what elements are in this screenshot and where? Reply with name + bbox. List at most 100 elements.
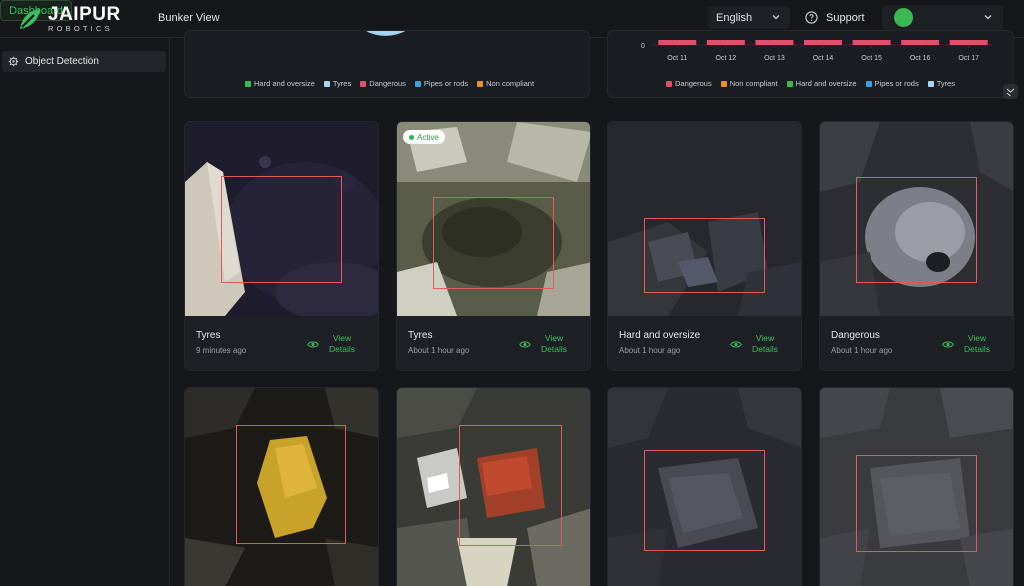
legend-swatch	[414, 80, 421, 87]
pie-chart-panel: Hard and oversize Tyres Dangerous Pipes …	[184, 30, 590, 98]
card-title: Hard and oversize	[619, 330, 701, 341]
eye-icon	[519, 341, 531, 347]
user-menu[interactable]	[882, 5, 1003, 30]
legend-item[interactable]: Dangerous	[360, 79, 406, 88]
detection-card[interactable]: Tyres 9 minutes ago View Details	[184, 121, 379, 371]
bar-legend: Dangerous Non compliant Hard and oversiz…	[666, 79, 955, 88]
legend-swatch	[720, 80, 727, 87]
legend-item[interactable]: Hard and oversize	[786, 79, 857, 88]
legend-item[interactable]: Non compliant	[720, 79, 778, 88]
detection-image[interactable]	[820, 388, 1013, 586]
expand-button[interactable]	[1003, 84, 1018, 99]
legend-label: Hard and oversize	[254, 79, 315, 88]
view-details-label: View Details	[752, 333, 778, 354]
bounding-box	[644, 218, 765, 293]
nav-bunker-view[interactable]: Bunker View	[158, 12, 220, 24]
card-footer: Hard and oversize About 1 hour ago View …	[608, 316, 801, 370]
bar-dangerous	[755, 40, 794, 45]
detection-card[interactable]	[396, 387, 591, 586]
bounding-box	[236, 425, 346, 544]
pie-chart	[366, 31, 406, 36]
legend-item[interactable]: Hard and oversize	[245, 79, 315, 88]
bounding-box	[433, 197, 554, 289]
x-tick-label: Oct 16	[910, 55, 931, 62]
card-timestamp: About 1 hour ago	[831, 346, 893, 355]
legend-label: Hard and oversize	[795, 79, 857, 88]
legend-item[interactable]: Non compliant	[477, 79, 534, 88]
legend-label: Non compliant	[486, 79, 535, 88]
support-label: Support	[826, 11, 865, 24]
bar-dangerous	[852, 40, 891, 45]
support-link[interactable]: Support	[805, 11, 865, 24]
detection-image[interactable]	[820, 122, 1013, 316]
status-dot	[409, 134, 414, 140]
pie-legend: Hard and oversize Tyres Dangerous Pipes …	[245, 79, 534, 88]
detection-image[interactable]	[185, 388, 378, 586]
detection-image[interactable]	[608, 388, 801, 586]
sidebar-item-label: Object Detection	[25, 56, 99, 67]
status-badge-label: Active	[417, 132, 439, 142]
avatar	[894, 8, 913, 27]
brand-logo[interactable]: JAIPUR ROBOTICS	[18, 5, 121, 33]
x-tick-label: Oct 12	[716, 55, 737, 62]
chevron-down-icon	[984, 15, 992, 20]
gear-icon	[8, 56, 19, 67]
sidebar: Object Detection	[0, 38, 170, 586]
bar-dangerous	[901, 40, 940, 45]
x-tick-label: Oct 14	[813, 55, 834, 62]
detection-card[interactable]: Dangerous About 1 hour ago View Details	[819, 121, 1014, 371]
language-select[interactable]: English	[708, 6, 790, 29]
bar-dangerous	[706, 40, 745, 45]
view-details-button[interactable]: View Details	[730, 333, 782, 355]
detection-image[interactable]: Active	[397, 122, 590, 316]
x-tick-label: Oct 11	[667, 55, 687, 62]
legend-item[interactable]: Tyres	[927, 79, 955, 88]
bounding-box	[221, 176, 342, 283]
x-tick-label: Oct 15	[861, 55, 882, 62]
card-timestamp: 9 minutes ago	[196, 346, 247, 355]
card-title: Tyres	[196, 330, 221, 341]
legend-swatch	[245, 80, 251, 87]
legend-swatch	[323, 80, 330, 87]
legend-swatch	[360, 80, 367, 87]
detection-card[interactable]	[184, 387, 379, 586]
detection-image[interactable]	[397, 388, 590, 586]
bounding-box	[644, 450, 765, 551]
view-details-label: View Details	[964, 333, 990, 354]
sidebar-item-object-detection[interactable]: Object Detection	[2, 51, 166, 72]
card-footer: Tyres 9 minutes ago View Details	[185, 316, 378, 370]
view-details-button[interactable]: View Details	[942, 333, 994, 355]
card-footer: Dangerous About 1 hour ago View Details	[820, 316, 1013, 370]
bar-chart: 0 Oct 11 Oct 12 Oct 13 Oct 14 Oct 15 Oct 16 Oct…	[641, 40, 993, 62]
detection-image[interactable]	[608, 122, 801, 316]
legend-label: Dangerous	[675, 79, 712, 88]
detection-card[interactable]: Hard and oversize About 1 hour ago View …	[607, 121, 802, 371]
card-footer: Tyres About 1 hour ago View Details	[397, 316, 590, 370]
legend-label: Tyres	[332, 79, 352, 88]
view-details-label: View Details	[329, 333, 355, 354]
legend-label: Non compliant	[729, 79, 778, 88]
detection-card[interactable]: Active Tyres About 1 hour ago View Detai…	[396, 121, 591, 371]
bar-dangerous	[658, 40, 697, 45]
bar-dangerous	[804, 40, 842, 45]
legend-label: Dangerous	[369, 79, 406, 88]
legend-item[interactable]: Tyres	[323, 79, 352, 88]
eye-icon	[942, 341, 954, 347]
legend-item[interactable]: Pipes or rods	[414, 79, 469, 88]
legend-label: Pipes or rods	[423, 79, 469, 88]
language-value: English	[716, 11, 753, 24]
detection-card[interactable]	[607, 387, 802, 586]
legend-item[interactable]: Dangerous	[666, 79, 712, 88]
detection-image[interactable]	[185, 122, 378, 316]
detection-card[interactable]	[819, 387, 1014, 586]
view-details-button[interactable]: View Details	[519, 333, 571, 355]
bounding-box	[459, 425, 562, 546]
view-details-button[interactable]: View Details	[307, 333, 359, 355]
chevron-down-icon	[772, 15, 780, 20]
status-badge: Active	[403, 130, 445, 144]
pie-slice-tyres-center	[370, 31, 406, 36]
help-circle-icon	[805, 11, 818, 24]
legend-label: Pipes or rods	[874, 79, 919, 88]
legend-item[interactable]: Pipes or rods	[865, 79, 919, 88]
bounding-box	[856, 455, 977, 552]
